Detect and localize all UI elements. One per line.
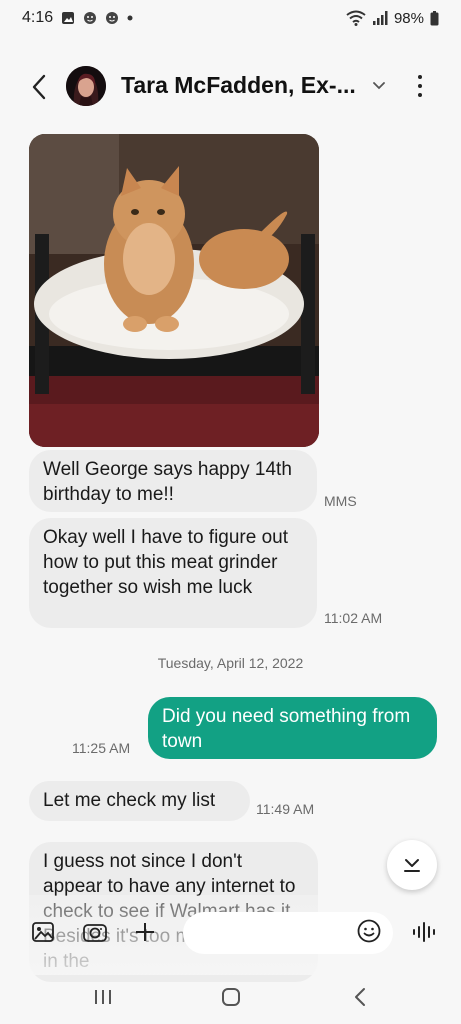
conversation-header: Tara McFadden, Ex-... <box>0 56 461 116</box>
back-icon[interactable] <box>345 982 375 1012</box>
message-timestamp: 11:49 AM <box>256 801 315 817</box>
contact-name[interactable]: Tara McFadden, Ex-... <box>121 72 356 99</box>
face-notification-icon <box>105 11 119 25</box>
gallery-notification-icon <box>61 11 75 25</box>
message-text: Let me check my list <box>43 790 216 811</box>
message-bubble-incoming[interactable]: Well George says happy 14th birthday to … <box>29 450 317 512</box>
chevron-down-icon[interactable] <box>370 76 388 96</box>
face-notification-icon <box>83 11 97 25</box>
gallery-icon[interactable] <box>29 918 57 946</box>
system-nav-bar <box>0 970 461 1024</box>
message-text: Okay well I have to figure out how to pu… <box>43 527 289 598</box>
chevron-down-icon <box>404 859 420 872</box>
camera-icon[interactable] <box>81 918 109 946</box>
status-bar: 4:16 98% <box>0 0 461 36</box>
battery-percent: 98% <box>393 9 424 27</box>
home-icon[interactable] <box>216 982 246 1012</box>
recent-apps-icon[interactable] <box>88 982 118 1012</box>
message-timestamp: 11:25 AM <box>72 740 131 756</box>
message-meta: MMS <box>324 493 357 509</box>
message-bubble-outgoing[interactable]: Did you need something from town <box>148 697 437 759</box>
voice-wave-icon[interactable] <box>410 918 438 946</box>
message-text: Well George says happy 14th birthday to … <box>43 459 292 505</box>
back-arrow-icon[interactable] <box>26 70 52 104</box>
compose-bar <box>0 906 461 958</box>
scroll-to-bottom-button[interactable] <box>387 840 437 890</box>
emoji-icon[interactable] <box>356 918 384 946</box>
status-time: 4:16 <box>22 9 54 26</box>
message-text: Did you need something from town <box>162 706 411 752</box>
message-bubble-incoming[interactable]: Okay well I have to figure out how to pu… <box>29 518 317 628</box>
date-separator: Tuesday, April 12, 2022 <box>157 655 304 671</box>
avatar[interactable] <box>66 66 106 106</box>
dot-icon <box>127 15 133 21</box>
mms-cat-photo[interactable] <box>29 134 319 447</box>
signal-icon <box>372 11 388 25</box>
message-bubble-incoming[interactable]: Let me check my list <box>29 781 250 821</box>
message-timestamp: 11:02 AM <box>324 610 383 626</box>
plus-icon[interactable] <box>131 918 159 946</box>
battery-icon <box>430 10 439 26</box>
wifi-icon <box>346 10 366 26</box>
more-vertical-icon[interactable] <box>410 70 430 102</box>
